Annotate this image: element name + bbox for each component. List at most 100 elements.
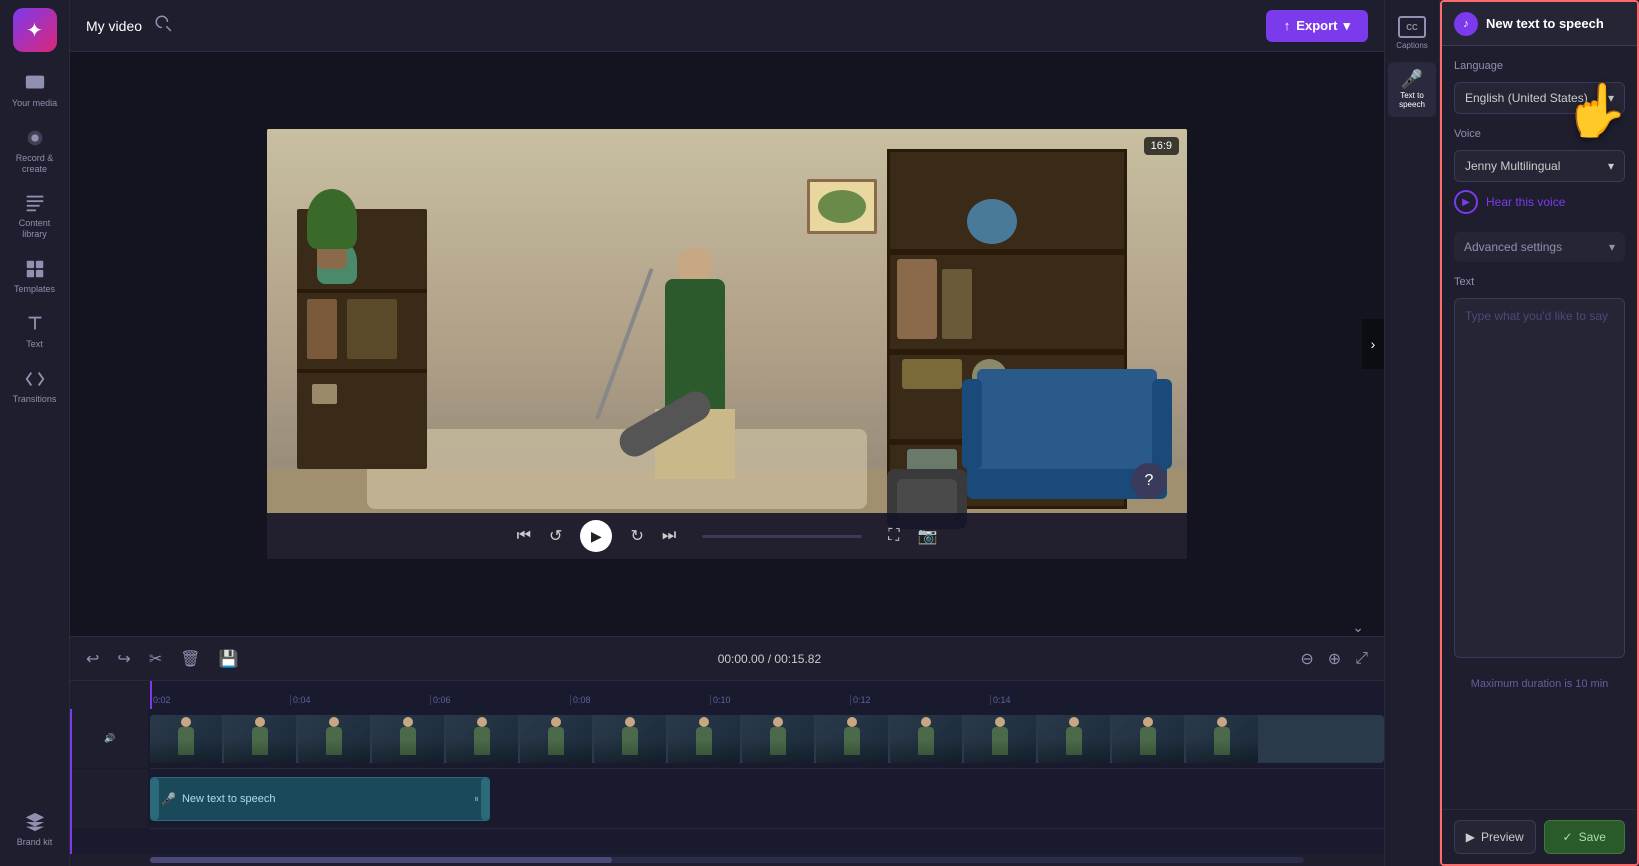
timeline-playhead[interactable]	[150, 681, 152, 709]
ruler-mark-1: 0:04	[290, 695, 430, 705]
ruler-mark-2: 0:06	[430, 695, 570, 705]
timeline-scrollbar	[70, 854, 1384, 866]
hear-voice-button[interactable]: ▶ Hear this voice	[1454, 186, 1625, 218]
preview-arrow-right[interactable]: ›	[1362, 319, 1384, 369]
play-button[interactable]: ▶	[580, 520, 612, 552]
forward-button[interactable]: ↻	[630, 526, 643, 546]
export-button[interactable]: ↑ Export ▾	[1266, 10, 1368, 42]
project-title[interactable]: My video	[86, 18, 142, 34]
replay-button[interactable]: ↺	[549, 526, 562, 546]
captions-icon: CC	[1398, 16, 1426, 38]
speech-track-clip[interactable]: 🎤 New text to speech ⏸	[150, 777, 490, 821]
thumb-8	[668, 715, 740, 763]
help-button[interactable]: ?	[1131, 463, 1167, 499]
redo-button[interactable]: ↪	[113, 645, 134, 673]
thumb-9	[742, 715, 814, 763]
advanced-settings-toggle[interactable]: Advanced settings ▾	[1454, 232, 1625, 262]
save-button[interactable]: ✓ Save	[1544, 820, 1626, 854]
content-library-icon	[24, 192, 46, 214]
preview-area: 16:9 ⏮ ↺ ▶ ↻ ⏭ ⛶ 📷 ?	[70, 52, 1384, 636]
timeline-area: ↩ ↪ ✂ 🗑 💾 00:00.00 / 00:15.82 ⊖ ⊕ ⤢	[70, 636, 1384, 866]
voice-select[interactable]: Jenny Multilingual ▾	[1454, 150, 1625, 182]
thumb-12	[964, 715, 1036, 763]
tts-panel: ♪ New text to speech Language English (U…	[1440, 0, 1639, 866]
sidebar-item-content-library[interactable]: Content library	[4, 184, 66, 248]
ruler-mark-0: 0:02	[150, 695, 290, 705]
sidebar-item-label-text: Text	[26, 339, 43, 350]
tts-tab-label: Text to speech	[1392, 91, 1432, 109]
timeline-tracks: 🔊	[70, 709, 1384, 854]
camera-button[interactable]: 📷	[917, 526, 937, 546]
fullscreen-button[interactable]: ⛶	[888, 527, 899, 545]
speech-track-clip-label: New text to speech	[182, 793, 276, 805]
preview-chevron-down[interactable]: ⌄	[1352, 619, 1364, 636]
scrollbar-thumb[interactable]	[150, 857, 612, 863]
video-controls: ⏮ ↺ ▶ ↻ ⏭ ⛶ 📷	[267, 513, 1187, 559]
text-icon	[24, 313, 46, 335]
sidebar-item-text[interactable]: Text	[4, 305, 66, 358]
tab-text-to-speech[interactable]: 🎤 Text to speech	[1388, 62, 1436, 117]
thumb-6	[520, 715, 592, 763]
tts-body: Language English (United States) ▾ Voice…	[1442, 46, 1637, 809]
preview-button[interactable]: ▶ Preview	[1454, 820, 1536, 854]
video-container: 16:9 ⏮ ↺ ▶ ↻ ⏭ ⛶ 📷 ?	[267, 129, 1187, 559]
tts-text-input[interactable]	[1454, 298, 1625, 658]
zoom-out-button[interactable]: ⊖	[1296, 645, 1317, 673]
language-label: Language	[1454, 60, 1625, 72]
plant-decoration	[307, 189, 357, 269]
tts-header-icon: ♪	[1454, 12, 1478, 36]
undo-button[interactable]: ↩	[82, 645, 103, 673]
tab-captions[interactable]: CC Captions	[1388, 8, 1436, 58]
thumb-1	[150, 715, 222, 763]
zoom-in-button[interactable]: ⊕	[1324, 645, 1345, 673]
save-timeline-button[interactable]: 💾	[215, 645, 243, 673]
advanced-settings-chevron-icon: ▾	[1609, 240, 1615, 254]
thumb-7	[594, 715, 666, 763]
hear-voice-play-icon: ▶	[1454, 190, 1478, 214]
expand-timeline-button[interactable]: ⤢	[1351, 646, 1372, 672]
thumb-3	[298, 715, 370, 763]
thumb-4	[372, 715, 444, 763]
tts-header-title: New text to speech	[1486, 16, 1625, 31]
max-duration-text: Maximum duration is 10 min	[1454, 672, 1625, 696]
save-icon[interactable]	[154, 14, 172, 37]
delete-button[interactable]: 🗑	[176, 645, 204, 673]
your-media-icon	[24, 72, 46, 94]
ruler-mark-5: 0:12	[850, 695, 990, 705]
video-track-clip[interactable]	[150, 715, 1384, 763]
timeline-zoom: ⊖ ⊕ ⤢	[1296, 645, 1372, 673]
language-chevron-icon: ▾	[1608, 91, 1614, 105]
video-track-label: 🔊	[72, 709, 148, 768]
speech-clip-handle-left[interactable]	[151, 778, 159, 820]
voice-section: Voice Jenny Multilingual ▾ ▶ Hear this v…	[1454, 128, 1625, 218]
scrollbar-track[interactable]	[150, 857, 1304, 863]
sidebar-item-brand-kit[interactable]: Brand kit	[4, 803, 66, 856]
person	[635, 199, 755, 479]
transitions-icon	[24, 368, 46, 390]
voice-chevron-icon: ▾	[1608, 159, 1614, 173]
sofa	[977, 369, 1157, 499]
video-frame: 16:9	[267, 129, 1187, 559]
speech-clip-handle-right[interactable]	[481, 778, 489, 820]
text-section: Text	[1454, 276, 1625, 658]
sidebar-item-your-media[interactable]: Your media	[4, 64, 66, 117]
speech-pause-icon: ⏸	[474, 794, 479, 805]
sidebar-item-record[interactable]: Record & create	[4, 119, 66, 183]
timeline-time: 00:00.00 / 00:15.82	[718, 652, 821, 666]
speech-track-label	[72, 769, 148, 828]
timeline-ruler: 0:02 0:04 0:06 0:08 0:10 0:12 0:14	[70, 681, 1384, 709]
sidebar-item-label-transitions: Transitions	[13, 394, 57, 405]
app-logo[interactable]: ✦	[13, 8, 57, 52]
skip-back-button[interactable]: ⏮	[517, 527, 531, 545]
thumb-13	[1038, 715, 1110, 763]
sidebar-item-templates[interactable]: Templates	[4, 250, 66, 303]
skip-forward-button[interactable]: ⏭	[662, 527, 676, 545]
speech-track: 🎤 New text to speech ⏸	[150, 769, 1384, 829]
tts-header: ♪ New text to speech	[1442, 2, 1637, 46]
brand-kit-icon	[24, 811, 46, 833]
ruler-mark-3: 0:08	[570, 695, 710, 705]
sidebar-item-transitions[interactable]: Transitions	[4, 360, 66, 413]
ruler-marks: 0:02 0:04 0:06 0:08 0:10 0:12 0:14	[150, 681, 1130, 709]
language-select[interactable]: English (United States) ▾	[1454, 82, 1625, 114]
cut-button[interactable]: ✂	[145, 645, 166, 673]
